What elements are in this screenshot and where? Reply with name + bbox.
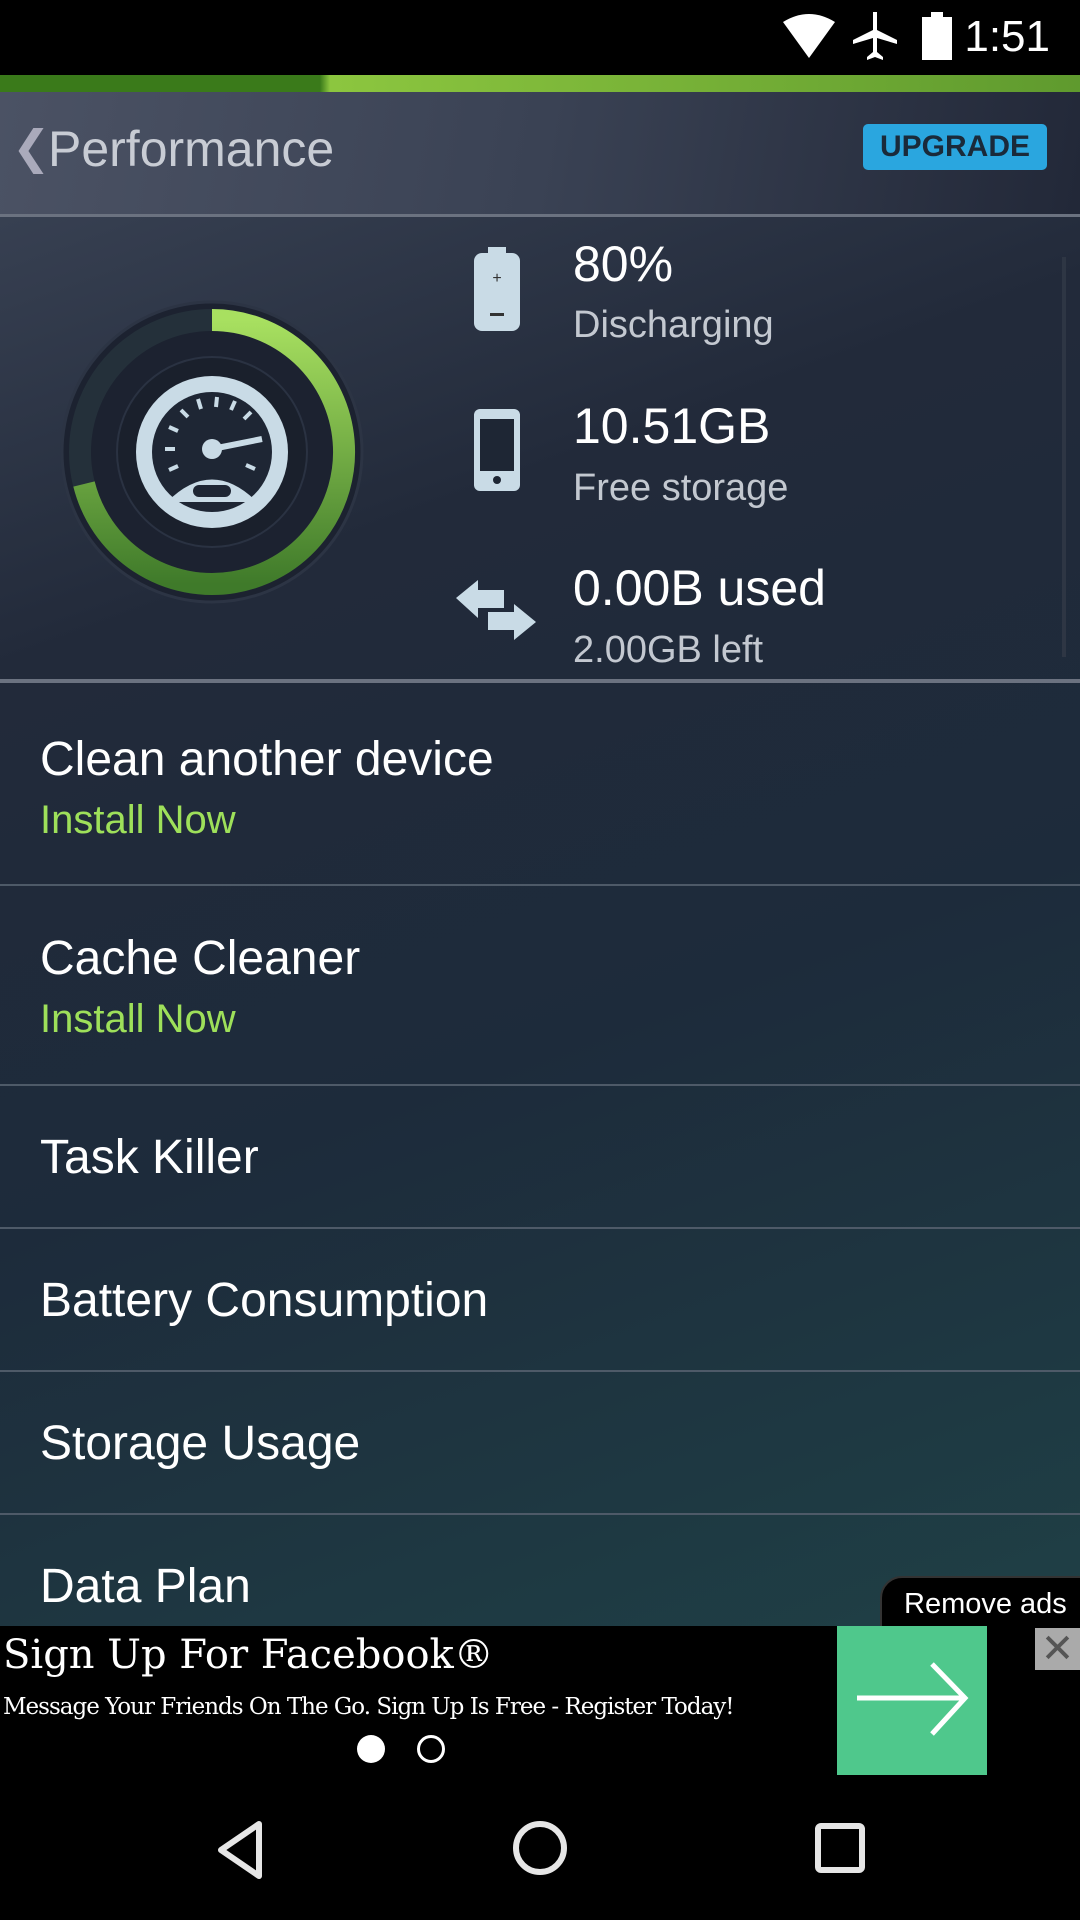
home-nav-icon[interactable] (512, 1820, 568, 1876)
battery-status: Discharging (573, 304, 774, 346)
menu-item-task-killer[interactable]: Task Killer (0, 1086, 1080, 1229)
battery-icon (922, 12, 952, 60)
back-button[interactable]: ❮ (12, 120, 51, 174)
data-used: 0.00B used (573, 560, 826, 616)
airplane-icon (853, 12, 897, 60)
ad-page-dot[interactable] (417, 1735, 445, 1763)
menu-item-storage-usage[interactable]: Storage Usage (0, 1372, 1080, 1515)
menu-item-title: Storage Usage (40, 1417, 361, 1470)
menu-item-title: Clean another device (40, 733, 494, 786)
status-bar: 1:51 (0, 0, 1080, 75)
svg-text:+: + (492, 270, 501, 287)
upgrade-button[interactable]: UPGRADE (863, 124, 1047, 170)
battery-percent: 80% (573, 236, 674, 292)
menu-item-cache-cleaner[interactable]: Cache Cleaner Install Now (0, 886, 1080, 1086)
ad-title[interactable]: Sign Up For Facebook® (3, 1632, 494, 1678)
storage-label: Free storage (573, 467, 789, 509)
menu-item-clean-another-device[interactable]: Clean another device Install Now (0, 687, 1080, 886)
phone-storage-icon (474, 409, 520, 491)
accent-bar (0, 75, 1080, 92)
ad-page-dot-active[interactable] (357, 1735, 385, 1763)
ad-close-button[interactable]: ✕ (1035, 1628, 1080, 1670)
performance-gauge[interactable] (57, 297, 367, 607)
install-now-link[interactable]: Install Now (40, 798, 236, 843)
stats-panel: + 80% Discharging 10.51GB Free storage 0… (0, 217, 1080, 683)
install-now-link[interactable]: Install Now (40, 997, 236, 1042)
data-left: 2.00GB left (573, 629, 764, 671)
recents-nav-icon[interactable] (815, 1823, 865, 1873)
navigation-bar (0, 1775, 1080, 1920)
clock: 1:51 (964, 12, 1050, 61)
ad-subtitle: Message Your Friends On The Go. Sign Up … (3, 1694, 735, 1720)
menu-item-title: Data Plan (40, 1560, 251, 1613)
scrollbar[interactable] (1062, 257, 1066, 657)
menu-item-title: Battery Consumption (40, 1274, 489, 1327)
remove-ads-button[interactable]: Remove ads (880, 1576, 1080, 1630)
back-nav-icon[interactable] (215, 1820, 265, 1880)
menu-item-title: Cache Cleaner (40, 932, 361, 985)
ad-go-button[interactable] (837, 1626, 987, 1775)
page-title[interactable]: Performance (48, 120, 334, 178)
menu-item-title: Task Killer (40, 1131, 259, 1184)
battery-stat-icon: + (474, 247, 520, 331)
data-transfer-icon (456, 580, 536, 640)
arrow-right-icon (857, 1662, 969, 1736)
storage-value: 10.51GB (573, 398, 771, 454)
menu-item-battery-consumption[interactable]: Battery Consumption (0, 1229, 1080, 1372)
wifi-icon (783, 14, 835, 58)
